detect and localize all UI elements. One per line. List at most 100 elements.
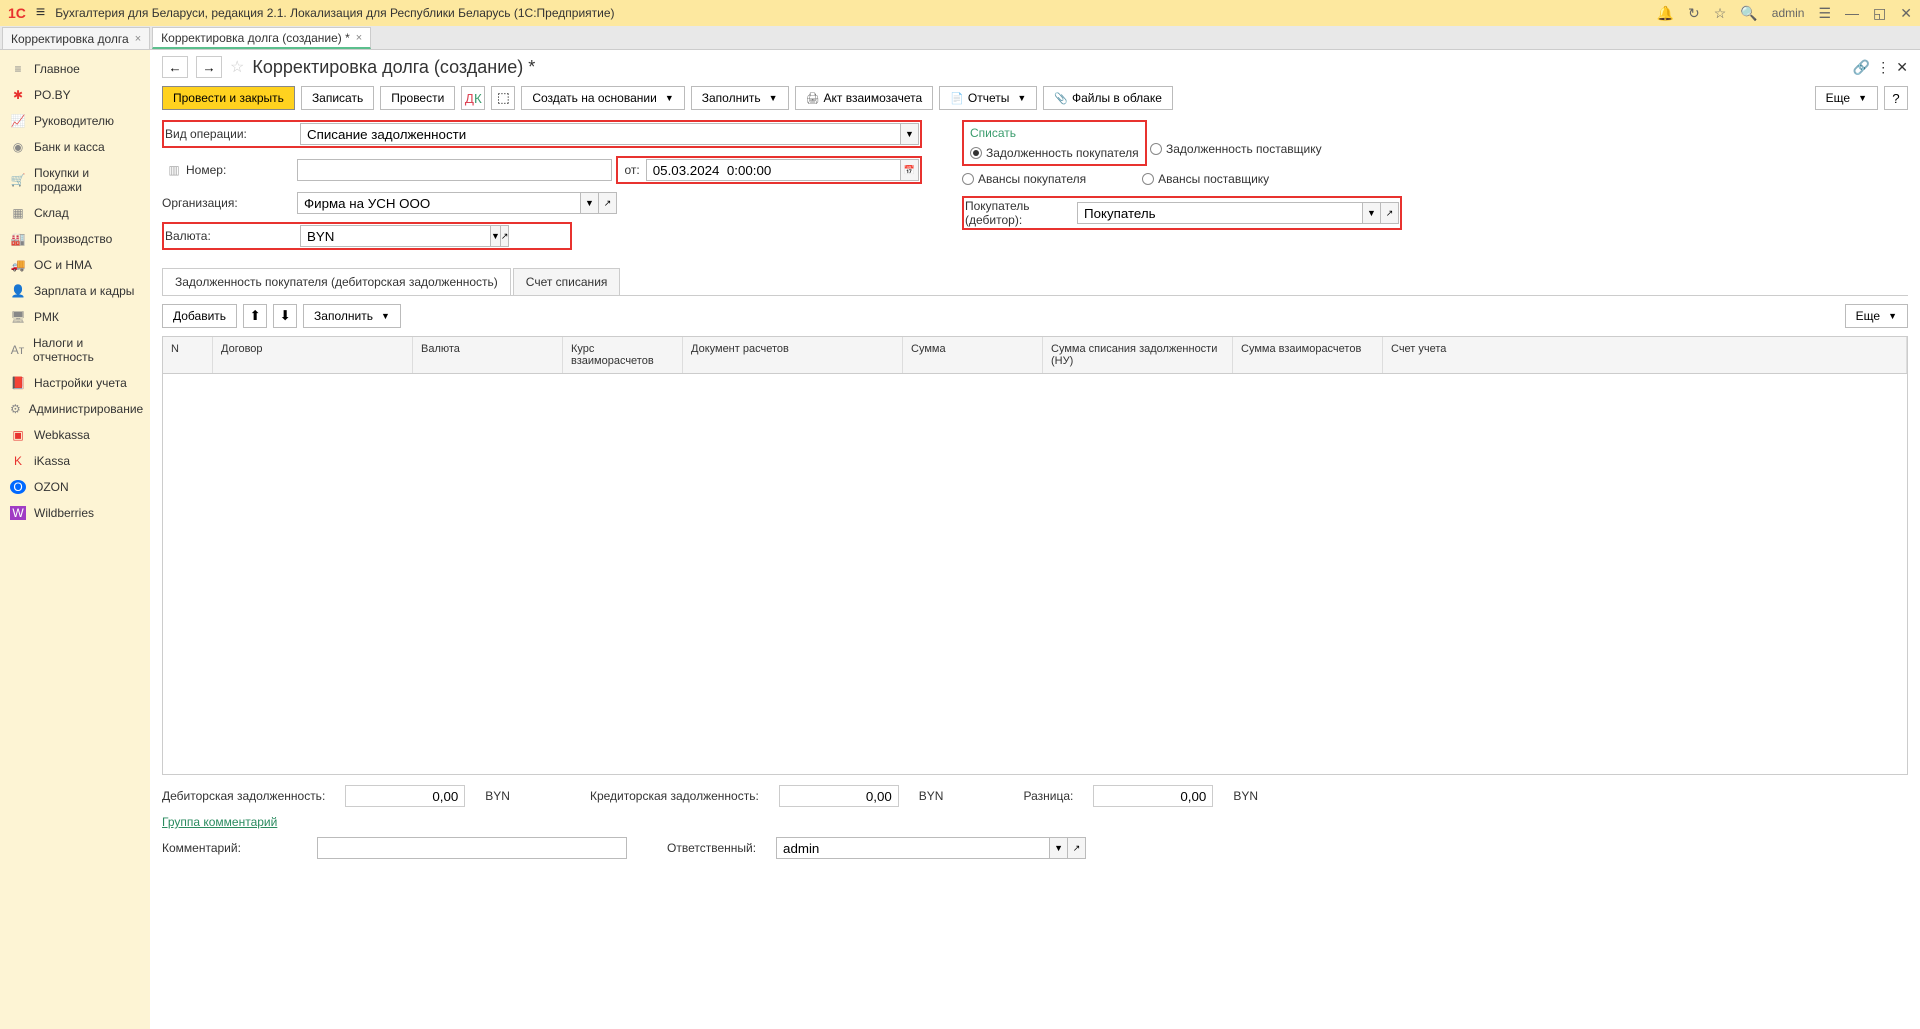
- table-fill-button[interactable]: Заполнить▼: [303, 304, 401, 328]
- operation-input[interactable]: [300, 123, 901, 145]
- sidebar-item-poby[interactable]: ✱PO.BY: [0, 82, 150, 108]
- radio-icon: [1142, 173, 1154, 185]
- forward-button[interactable]: →: [196, 56, 222, 78]
- user-label[interactable]: admin: [1772, 6, 1805, 20]
- sidebar-item-taxes[interactable]: AтНалоги и отчетность: [0, 330, 150, 370]
- sidebar-item-settings[interactable]: 📕Настройки учета: [0, 370, 150, 396]
- number-input[interactable]: [297, 159, 612, 181]
- group-comment-link[interactable]: Группа комментарий: [162, 815, 277, 829]
- sidebar-item-manager[interactable]: 📈Руководителю: [0, 108, 150, 134]
- tab-buyer-debt[interactable]: Задолженность покупателя (дебиторская за…: [162, 268, 511, 295]
- col-currency[interactable]: Валюта: [413, 337, 563, 373]
- table-more-button[interactable]: Еще▼: [1845, 304, 1908, 328]
- dropdown-button[interactable]: ▼: [1363, 202, 1381, 224]
- col-account[interactable]: Счет учета: [1383, 337, 1907, 373]
- hamburger-icon[interactable]: ≡: [36, 4, 45, 22]
- radio-supplier-debt[interactable]: Задолженность поставщику: [1150, 142, 1322, 156]
- sidebar-item-main[interactable]: ≡Главное: [0, 56, 150, 82]
- create-based-button[interactable]: Создать на основании▼: [521, 86, 684, 110]
- sidebar-item-webkassa[interactable]: ▣Webkassa: [0, 422, 150, 448]
- search-icon[interactable]: 🔍: [1740, 5, 1757, 22]
- help-button[interactable]: ?: [1884, 86, 1908, 110]
- sidebar-item-wildberries[interactable]: WWildberries: [0, 500, 150, 526]
- buyer-input[interactable]: [1077, 202, 1363, 224]
- fill-button[interactable]: Заполнить▼: [691, 86, 789, 110]
- bell-icon[interactable]: 🔔: [1657, 5, 1674, 22]
- sidebar-item-rmk[interactable]: 🖥РМК: [0, 304, 150, 330]
- comment-input[interactable]: [317, 837, 627, 859]
- open-button[interactable]: ↗: [1381, 202, 1399, 224]
- debit-field[interactable]: [345, 785, 465, 807]
- add-button[interactable]: Добавить: [162, 304, 237, 328]
- sidebar-item-production[interactable]: 🏭Производство: [0, 226, 150, 252]
- star-icon[interactable]: ☆: [1714, 5, 1727, 22]
- sidebar-item-assets[interactable]: 🚚ОС и НМА: [0, 252, 150, 278]
- post-close-button[interactable]: Провести и закрыть: [162, 86, 295, 110]
- operation-type-row: Вид операции: ▼: [162, 120, 922, 148]
- col-contract[interactable]: Договор: [213, 337, 413, 373]
- radio-buyer-advance[interactable]: Авансы покупателя: [962, 172, 1086, 186]
- report-icon: 📄: [950, 92, 964, 105]
- org-input[interactable]: [297, 192, 581, 214]
- sidebar-item-warehouse[interactable]: ▦Склад: [0, 200, 150, 226]
- date-input[interactable]: [646, 159, 901, 181]
- history-icon[interactable]: ↻: [1688, 5, 1700, 22]
- move-up-button[interactable]: ⬆: [243, 304, 267, 328]
- favorite-icon[interactable]: ☆: [230, 57, 244, 77]
- col-settle-sum[interactable]: Сумма взаиморасчетов: [1233, 337, 1383, 373]
- close-icon[interactable]: ×: [135, 33, 141, 45]
- tab-debt-correction[interactable]: Корректировка долга ×: [2, 27, 150, 49]
- link-icon[interactable]: 🔗: [1853, 59, 1870, 76]
- col-doc[interactable]: Документ расчетов: [683, 337, 903, 373]
- close-window-icon[interactable]: ✕: [1900, 5, 1912, 22]
- post-button[interactable]: Провести: [380, 86, 455, 110]
- more-button[interactable]: Еще▼: [1815, 86, 1878, 110]
- currency-input[interactable]: [300, 225, 491, 247]
- dropdown-button[interactable]: ▼: [1050, 837, 1068, 859]
- dropdown-button[interactable]: ▼: [491, 225, 501, 247]
- radio-supplier-advance[interactable]: Авансы поставщику: [1142, 172, 1269, 186]
- calendar-button[interactable]: 📅: [901, 159, 919, 181]
- sidebar-item-admin[interactable]: ⚙Администрирование: [0, 396, 150, 422]
- back-button[interactable]: ←: [162, 56, 188, 78]
- restore-icon[interactable]: ◱: [1873, 5, 1886, 22]
- sidebar-item-ozon[interactable]: OOZON: [0, 474, 150, 500]
- tab-debt-correction-new[interactable]: Корректировка долга (создание) * ×: [152, 27, 371, 49]
- act-button[interactable]: 🖨Акт взаимозачета: [795, 86, 934, 110]
- open-button[interactable]: ↗: [599, 192, 617, 214]
- sidebar-item-payroll[interactable]: 👤Зарплата и кадры: [0, 278, 150, 304]
- table-head: N Договор Валюта Курс взаиморасчетов Док…: [163, 337, 1907, 374]
- table-body[interactable]: [163, 374, 1907, 774]
- reports-button[interactable]: 📄Отчеты▼: [939, 86, 1037, 110]
- currency-label: Валюта:: [165, 229, 300, 243]
- responsible-input[interactable]: [776, 837, 1050, 859]
- structure-button[interactable]: ⬚: [491, 86, 515, 110]
- close-icon[interactable]: ✕: [1896, 59, 1908, 76]
- sidebar-item-bank[interactable]: ◉Банк и касса: [0, 134, 150, 160]
- kebab-icon[interactable]: ⋮: [1876, 59, 1890, 76]
- sidebar: ≡Главное ✱PO.BY 📈Руководителю ◉Банк и ка…: [0, 50, 150, 1029]
- dt-kt-button[interactable]: ДК: [461, 86, 485, 110]
- settings-icon[interactable]: ☰: [1818, 5, 1831, 22]
- dropdown-button[interactable]: ▼: [901, 123, 919, 145]
- table-toolbar: Добавить ⬆ ⬇ Заполнить▼ Еще▼: [162, 304, 1908, 328]
- save-button[interactable]: Записать: [301, 86, 374, 110]
- minimize-icon[interactable]: —: [1845, 5, 1859, 21]
- files-button[interactable]: 📎Файлы в облаке: [1043, 86, 1173, 110]
- credit-field[interactable]: [779, 785, 899, 807]
- diff-field[interactable]: [1093, 785, 1213, 807]
- open-button[interactable]: ↗: [501, 225, 510, 247]
- open-button[interactable]: ↗: [1068, 837, 1086, 859]
- move-down-button[interactable]: ⬇: [273, 304, 297, 328]
- close-icon[interactable]: ×: [356, 32, 362, 44]
- col-sum[interactable]: Сумма: [903, 337, 1043, 373]
- factory-icon: 🏭: [10, 232, 26, 246]
- tab-writeoff-account[interactable]: Счет списания: [513, 268, 621, 295]
- col-writeoff-sum[interactable]: Сумма списания задолженности (НУ): [1043, 337, 1233, 373]
- sidebar-item-sales[interactable]: 🛒Покупки и продажи: [0, 160, 150, 200]
- dropdown-button[interactable]: ▼: [581, 192, 599, 214]
- col-n[interactable]: N: [163, 337, 213, 373]
- col-rate[interactable]: Курс взаиморасчетов: [563, 337, 683, 373]
- sidebar-item-ikassa[interactable]: KiKassa: [0, 448, 150, 474]
- radio-buyer-debt[interactable]: Задолженность покупателя: [970, 146, 1139, 160]
